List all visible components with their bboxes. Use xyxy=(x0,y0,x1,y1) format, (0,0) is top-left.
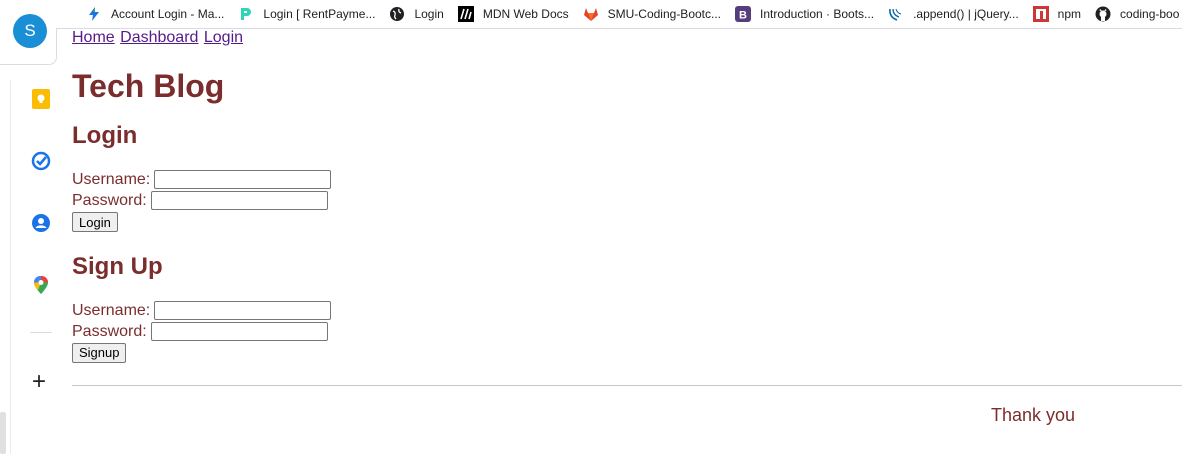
login-username-label: Username: xyxy=(72,171,151,188)
main-nav: Home Dashboard Login xyxy=(72,28,1182,47)
bookmark-label: MDN Web Docs xyxy=(482,7,569,21)
side-scrollbar[interactable] xyxy=(0,412,6,454)
nav-login-link[interactable]: Login xyxy=(204,29,243,46)
jquery-icon xyxy=(888,6,904,22)
bookmark-item[interactable]: MDN Web Docs xyxy=(457,2,569,26)
login-button[interactable]: Login xyxy=(72,212,118,232)
signup-username-label: Username: xyxy=(72,301,151,319)
nav-dashboard-link[interactable]: Dashboard xyxy=(120,29,198,46)
signup-heading: Sign Up xyxy=(72,252,163,280)
bookmark-label: npm xyxy=(1057,7,1082,21)
bookmark-item[interactable]: Login xyxy=(389,2,444,26)
bookmark-item[interactable]: Account Login - Ma... xyxy=(86,2,224,26)
page-title: Tech Blog xyxy=(72,68,225,104)
rentpayment-icon xyxy=(238,6,254,22)
footer-divider xyxy=(72,385,1182,386)
footer-text: Thank you xyxy=(991,405,1076,425)
signup-button[interactable]: Signup xyxy=(72,342,127,363)
login-form: Username: Password: Login xyxy=(72,169,1182,233)
mdn-icon xyxy=(457,6,474,22)
signup-password-label: Password: xyxy=(72,322,147,340)
signup-password-row: Password: xyxy=(72,321,1182,342)
bookmark-item[interactable]: npm xyxy=(1032,2,1082,26)
login-password-row: Password: xyxy=(72,190,1182,211)
bookmark-item[interactable]: SMU-Coding-Bootc... xyxy=(583,2,721,26)
bookmark-item[interactable]: coding-boo xyxy=(1095,2,1179,26)
login-username-row: Username: xyxy=(72,169,1182,190)
github-icon xyxy=(1095,6,1111,22)
bookmark-label: Account Login - Ma... xyxy=(111,7,225,21)
bookmark-item[interactable]: .append() | jQuery... xyxy=(888,2,1019,26)
signup-username-input[interactable] xyxy=(154,300,332,320)
signup-form: Username: Password: Signup xyxy=(72,300,1182,364)
google-maps-icon[interactable] xyxy=(30,274,52,296)
bookmark-label: Introduction · Boots... xyxy=(760,7,875,21)
svg-text:B: B xyxy=(739,10,747,22)
bookmarks-bar: Account Login - Ma... Login [ RentPayme..… xyxy=(56,0,1182,29)
add-app-icon[interactable]: + xyxy=(32,370,46,394)
gitlab-icon xyxy=(583,6,599,22)
bookmark-label: coding-boo xyxy=(1120,7,1180,21)
google-contacts-icon[interactable] xyxy=(30,212,52,234)
lightning-icon xyxy=(86,6,102,22)
nav-home-link[interactable]: Home xyxy=(72,29,115,46)
npm-icon xyxy=(1032,6,1049,22)
bookmark-label: Login [ RentPayme... xyxy=(263,7,376,21)
side-panel: S + xyxy=(0,0,57,454)
bootstrap-icon: B xyxy=(735,6,751,22)
bookmark-label: SMU-Coding-Bootc... xyxy=(607,7,721,21)
bookmark-label: Login xyxy=(414,7,444,21)
google-tasks-icon[interactable] xyxy=(30,150,52,172)
profile-initial: S xyxy=(24,21,36,40)
bookmark-item[interactable]: Login [ RentPayme... xyxy=(238,2,375,26)
login-password-label: Password: xyxy=(72,192,147,209)
globe-icon xyxy=(389,6,405,22)
login-username-input[interactable] xyxy=(154,170,332,189)
bookmark-item[interactable]: B Introduction · Boots... xyxy=(735,2,874,26)
login-heading: Login xyxy=(72,122,138,149)
bookmark-label: .append() | jQuery... xyxy=(913,7,1019,21)
side-panel-divider xyxy=(10,80,11,454)
side-panel-separator xyxy=(30,332,52,333)
page-content: Home Dashboard Login Tech Blog Login Use… xyxy=(72,28,1182,363)
login-password-input[interactable] xyxy=(150,191,328,210)
profile-box: S xyxy=(0,0,57,65)
google-keep-icon[interactable] xyxy=(30,88,52,110)
signup-password-input[interactable] xyxy=(150,321,328,341)
profile-avatar[interactable]: S xyxy=(13,14,47,48)
signup-username-row: Username: xyxy=(72,300,1182,321)
